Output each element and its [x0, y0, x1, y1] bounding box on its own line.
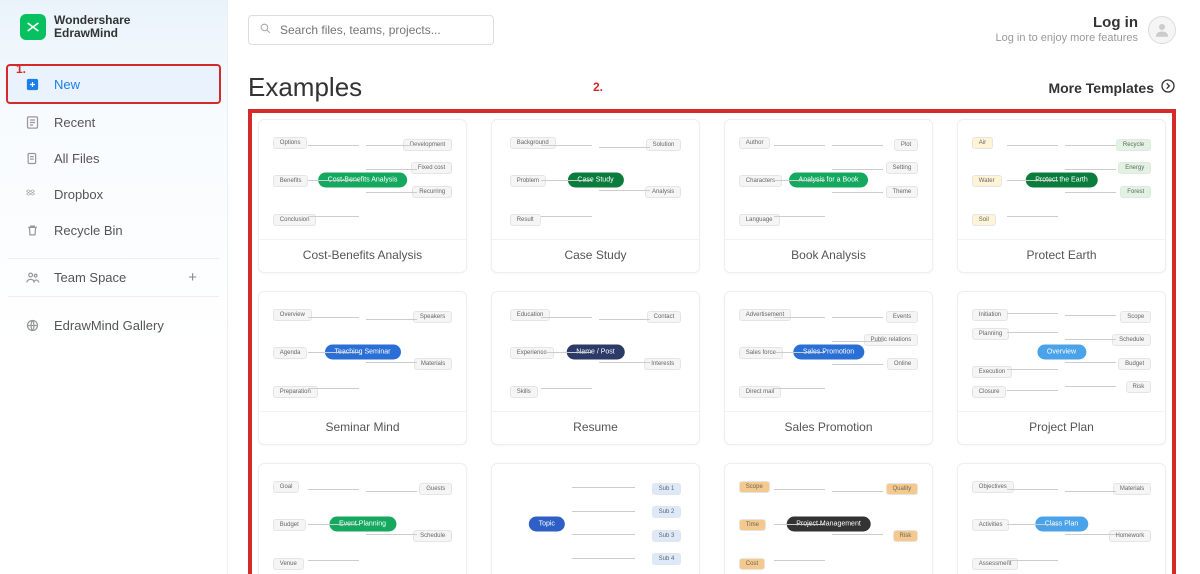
- examples-grid: Cost-Benefits Analysis OptionsBenefitsCo…: [258, 119, 1166, 574]
- nav-item-gallery[interactable]: EdrawMind Gallery: [8, 307, 219, 343]
- files-icon: [24, 150, 40, 166]
- nav-label: Recycle Bin: [54, 223, 123, 238]
- template-thumbnail: Class Plan ObjectivesActivitiesAssessmen…: [958, 464, 1165, 574]
- thumb-center: Topic: [529, 516, 565, 531]
- template-thumbnail: Case Study BackgroundProblemResult Solut…: [492, 120, 699, 240]
- template-card[interactable]: Sales Promotion AdvertisementSales force…: [724, 291, 933, 445]
- nav-item-dropbox[interactable]: Dropbox: [8, 176, 219, 212]
- template-thumbnail: Overview InitiationPlanningExecutionClos…: [958, 292, 1165, 412]
- more-templates-link[interactable]: More Templates: [1048, 78, 1176, 97]
- examples-grid-highlight: Cost-Benefits Analysis OptionsBenefitsCo…: [248, 109, 1176, 574]
- brand-bottom: EdrawMind: [54, 27, 130, 40]
- nav-item-all-files[interactable]: All Files: [8, 140, 219, 176]
- template-thumbnail: Protect the Earth AirWaterSoil RecycleEn…: [958, 120, 1165, 240]
- template-label: Resume: [492, 412, 699, 444]
- template-thumbnail: Project Management ScopeTimeCost Quality…: [725, 464, 932, 574]
- template-card[interactable]: Overview InitiationPlanningExecutionClos…: [957, 291, 1166, 445]
- nav-item-recycle-bin[interactable]: Recycle Bin: [8, 212, 219, 248]
- template-card[interactable]: Event Planning GoalBudgetVenue GuestsSch…: [258, 463, 467, 574]
- template-card[interactable]: Analysis for a Book AuthorCharactersLang…: [724, 119, 933, 273]
- template-thumbnail: Topic Sub 1Sub 2Sub 3Sub 4: [492, 464, 699, 574]
- examples-title: Examples: [248, 72, 362, 103]
- template-label: Project Plan: [958, 412, 1165, 444]
- template-card[interactable]: Class Plan ObjectivesActivitiesAssessmen…: [957, 463, 1166, 574]
- recent-icon: [24, 114, 40, 130]
- edrawmind-logo-icon: [20, 14, 46, 40]
- gallery-icon: [24, 317, 40, 333]
- annotation-1: 1.: [16, 62, 26, 76]
- template-label: Protect Earth: [958, 240, 1165, 272]
- template-card[interactable]: Case Study BackgroundProblemResult Solut…: [491, 119, 700, 273]
- more-templates-label: More Templates: [1048, 80, 1154, 96]
- template-thumbnail: Name / Post EducationExperienceSkills Co…: [492, 292, 699, 412]
- nav-label: Dropbox: [54, 187, 103, 202]
- avatar[interactable]: [1148, 16, 1176, 44]
- trash-icon: [24, 222, 40, 238]
- template-card[interactable]: Cost-Benefits Analysis OptionsBenefitsCo…: [258, 119, 467, 273]
- template-thumbnail: Event Planning GoalBudgetVenue GuestsSch…: [259, 464, 466, 574]
- main-area: Log in Log in to enjoy more features Exa…: [228, 0, 1200, 574]
- topbar: Log in Log in to enjoy more features: [248, 10, 1176, 50]
- plus-box-icon: [24, 76, 40, 92]
- template-card[interactable]: Name / Post EducationExperienceSkills Co…: [491, 291, 700, 445]
- template-label: Case Study: [492, 240, 699, 272]
- nav-item-new[interactable]: New: [6, 64, 221, 104]
- login-area[interactable]: Log in Log in to enjoy more features: [996, 14, 1176, 45]
- annotation-2: 2.: [593, 80, 603, 94]
- team-icon: [24, 270, 40, 286]
- template-thumbnail: Teaching Seminar OverviewAgendaPreparati…: [259, 292, 466, 412]
- thumb-center: Overview: [1037, 344, 1086, 359]
- search-icon: [259, 22, 272, 38]
- template-label: Seminar Mind: [259, 412, 466, 444]
- template-label: Cost-Benefits Analysis: [259, 240, 466, 272]
- template-card[interactable]: Topic Sub 1Sub 2Sub 3Sub 4: [491, 463, 700, 574]
- template-thumbnail: Analysis for a Book AuthorCharactersLang…: [725, 120, 932, 240]
- template-card[interactable]: Protect the Earth AirWaterSoil RecycleEn…: [957, 119, 1166, 273]
- login-subtitle: Log in to enjoy more features: [996, 32, 1138, 45]
- nav-label: Recent: [54, 115, 95, 130]
- nav-label: All Files: [54, 151, 100, 166]
- nav-item-team-space[interactable]: Team Space +: [8, 258, 219, 297]
- nav-label: Team Space: [54, 270, 126, 285]
- search-box[interactable]: [248, 15, 494, 45]
- search-input[interactable]: [280, 23, 483, 37]
- app-logo: Wondershare EdrawMind: [0, 10, 227, 56]
- template-thumbnail: Cost-Benefits Analysis OptionsBenefitsCo…: [259, 120, 466, 240]
- template-thumbnail: Sales Promotion AdvertisementSales force…: [725, 292, 932, 412]
- nav-item-recent[interactable]: Recent: [8, 104, 219, 140]
- login-title: Log in: [996, 14, 1138, 32]
- add-team-button[interactable]: +: [188, 269, 203, 286]
- nav-label: New: [54, 77, 80, 92]
- examples-header: Examples More Templates: [248, 72, 1176, 103]
- template-card[interactable]: Teaching Seminar OverviewAgendaPreparati…: [258, 291, 467, 445]
- template-label: Sales Promotion: [725, 412, 932, 444]
- template-label: Book Analysis: [725, 240, 932, 272]
- sidebar-nav: New Recent All Files Dropbox Recycle Bin: [0, 56, 227, 351]
- arrow-right-circle-icon: [1160, 78, 1176, 97]
- nav-label: EdrawMind Gallery: [54, 318, 164, 333]
- sidebar: Wondershare EdrawMind 1. New Recent All …: [0, 0, 228, 574]
- dropbox-icon: [24, 186, 40, 202]
- app-name: Wondershare EdrawMind: [54, 14, 130, 40]
- template-card[interactable]: Project Management ScopeTimeCost Quality…: [724, 463, 933, 574]
